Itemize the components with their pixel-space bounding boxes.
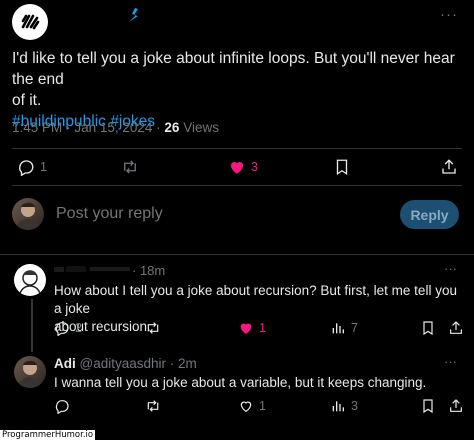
comment-bookmark-action[interactable] <box>420 320 436 336</box>
comment-repost-action[interactable] <box>145 320 161 336</box>
bookmark-action[interactable] <box>333 158 351 176</box>
comment-author-name-obscured[interactable] <box>54 264 132 274</box>
comment-more-icon[interactable]: ··· <box>444 261 457 276</box>
reply-count: 2 <box>75 321 82 335</box>
reply-icon <box>19 160 34 176</box>
divider <box>0 254 474 255</box>
heart-icon <box>240 401 252 413</box>
tweet-text-line: of it. <box>12 92 42 109</box>
comment-like-action[interactable]: 1 <box>238 398 266 414</box>
comment-views-action[interactable]: 3 <box>330 398 358 414</box>
bookmark-icon <box>423 321 433 336</box>
bookmark-icon <box>423 399 433 414</box>
comment-author-name[interactable]: Adi <box>54 356 76 371</box>
comment-views-action[interactable]: 7 <box>330 320 358 336</box>
reply-button[interactable]: Reply <box>400 200 459 229</box>
comment-text-line: How about I tell you a joke about recurs… <box>54 283 457 316</box>
separator-dot: · <box>66 120 71 135</box>
comment-more-icon[interactable]: ··· <box>444 354 457 369</box>
views-label: Views <box>183 120 219 135</box>
tweet-meta: 1:45 PM · Jan 15, 2024 · 26 Views <box>12 120 219 135</box>
comment-avatar[interactable] <box>14 264 46 296</box>
repost-icon <box>124 160 136 174</box>
repost-icon <box>147 400 159 412</box>
tweet-time[interactable]: 1:45 PM <box>12 120 62 135</box>
like-count: 3 <box>251 160 258 174</box>
share-action[interactable] <box>440 158 458 176</box>
person-photo-icon <box>15 202 41 230</box>
share-icon <box>450 321 462 334</box>
current-user-avatar[interactable] <box>12 198 44 230</box>
bookmark-icon <box>336 159 348 176</box>
comment-time[interactable]: · 2m <box>170 356 197 371</box>
more-options-icon[interactable]: ··· <box>440 6 458 23</box>
like-count: 1 <box>259 399 266 413</box>
reply-input[interactable] <box>56 205 376 223</box>
person-sketch-icon <box>18 270 42 296</box>
comment-author-handle[interactable]: @adityaasdhir <box>80 356 167 371</box>
views-count: 3 <box>351 399 358 413</box>
reply-icon <box>55 322 69 336</box>
like-action[interactable]: 3 <box>228 158 258 176</box>
comment-share-action[interactable] <box>448 398 464 414</box>
brand-logo-icon <box>21 14 40 30</box>
heart-filled-icon <box>230 161 244 174</box>
watermark: ProgrammerHumor.io <box>0 430 96 440</box>
views-count: 26 <box>164 120 180 135</box>
divider <box>12 148 462 149</box>
views-chart-icon <box>332 323 344 334</box>
share-icon <box>450 399 462 412</box>
tweet-text-line: I'd like to tell you a joke about infini… <box>12 50 455 88</box>
reply-action[interactable]: 1 <box>17 158 47 176</box>
views-count: 7 <box>351 321 358 335</box>
comment-time[interactable]: · 18m <box>132 263 165 278</box>
thread-connector-line <box>31 299 33 352</box>
repost-action[interactable] <box>121 158 139 176</box>
comment-reply-action[interactable]: 2 <box>54 320 82 336</box>
views-chart-icon <box>332 401 344 412</box>
comment-avatar[interactable] <box>14 356 46 388</box>
comment-bookmark-action[interactable] <box>420 398 436 414</box>
heart-filled-icon <box>240 323 252 334</box>
reply-icon <box>55 400 69 414</box>
tweet-date[interactable]: Jan 15, 2024 <box>74 120 152 135</box>
comment-like-action[interactable]: 1 <box>238 320 266 336</box>
like-count: 1 <box>259 321 266 335</box>
person-photo-icon <box>17 360 43 388</box>
comment-text: I wanna tell you a joke about a variable… <box>54 375 427 390</box>
verified-badge-icon <box>128 8 140 22</box>
repost-icon <box>147 322 159 334</box>
divider <box>12 185 462 186</box>
comment-repost-action[interactable] <box>145 398 161 414</box>
reply-count: 1 <box>40 160 47 174</box>
comment-share-action[interactable] <box>448 320 464 336</box>
author-avatar[interactable] <box>12 4 48 40</box>
comment-header: Adi @adityaasdhir · 2m <box>54 356 197 371</box>
comment-reply-action[interactable] <box>54 398 70 414</box>
separator-dot: · <box>156 120 161 135</box>
share-icon <box>442 159 456 174</box>
